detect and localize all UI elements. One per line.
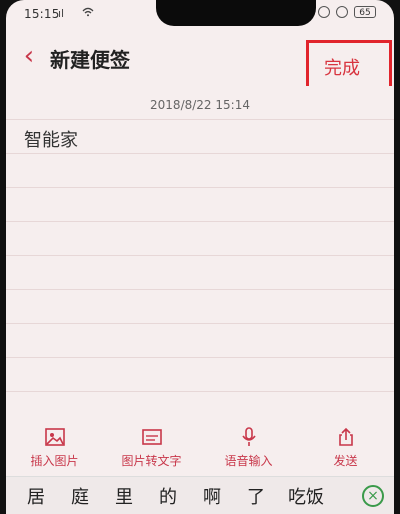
header: ‹ 新建便签 完成 xyxy=(6,28,394,90)
voice-input-button[interactable]: 语音输入 xyxy=(204,426,294,469)
send-button[interactable]: 发送 xyxy=(301,426,391,469)
note-text[interactable]: 智能家 xyxy=(24,126,78,152)
candidate-1[interactable]: 居 xyxy=(18,483,54,509)
toolbar: 插入图片 图片转文字 语音输入 发送 xyxy=(6,418,394,476)
lock-icon xyxy=(336,6,348,18)
insert-image-label: 插入图片 xyxy=(30,453,79,468)
insert-image-button[interactable]: 插入图片 xyxy=(10,426,100,469)
image-icon xyxy=(44,427,65,446)
mic-icon xyxy=(241,426,256,446)
share-icon xyxy=(338,427,353,446)
candidate-3[interactable]: 里 xyxy=(106,483,142,509)
status-bar: 15:15 ıl 65 xyxy=(6,0,394,28)
back-button[interactable]: ‹ xyxy=(18,42,40,70)
phone-screen: 15:15 ıl 65 ‹ 新建便签 完成 2018/8/22 15:14 智能… xyxy=(6,0,394,514)
status-time: 15:15 xyxy=(24,7,60,21)
close-candidates-icon[interactable]: × xyxy=(362,485,384,507)
candidate-2[interactable]: 庭 xyxy=(62,483,98,509)
page-title: 新建便签 xyxy=(50,48,130,72)
alarm-icon xyxy=(318,6,330,18)
signal-icon: ıl xyxy=(58,7,65,20)
candidate-6[interactable]: 了 xyxy=(238,483,274,509)
candidate-4[interactable]: 的 xyxy=(150,483,186,509)
ocr-button[interactable]: 图片转文字 xyxy=(107,426,197,469)
voice-input-label: 语音输入 xyxy=(224,453,273,468)
done-button[interactable]: 完成 xyxy=(324,54,360,80)
ocr-icon xyxy=(141,428,162,445)
battery-icon: 65 xyxy=(354,6,376,18)
candidate-5[interactable]: 啊 xyxy=(194,483,230,509)
candidate-7[interactable]: 吃饭 xyxy=(282,483,330,509)
ime-candidate-bar: 居 庭 里 的 啊 了 吃饭 × xyxy=(6,476,394,514)
note-date: 2018/8/22 15:14 xyxy=(150,98,250,112)
ocr-label: 图片转文字 xyxy=(121,453,182,468)
send-label: 发送 xyxy=(333,453,358,468)
wifi-icon xyxy=(82,7,94,17)
